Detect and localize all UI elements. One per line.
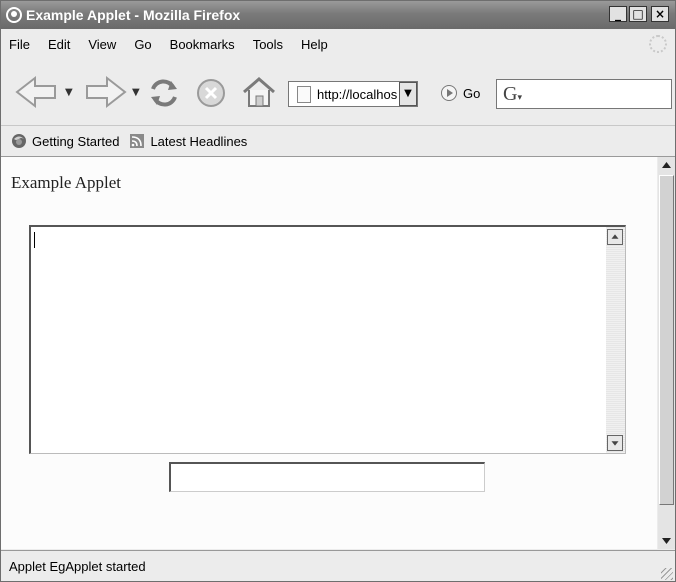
bookmark-latest-headlines[interactable]: Latest Headlines [129,133,247,149]
resize-grip-icon[interactable] [661,568,673,580]
search-bar[interactable]: G▾ [496,79,672,109]
reload-icon[interactable] [147,77,181,109]
text-area-scrollbar[interactable] [606,227,625,453]
firefox-icon [6,7,22,23]
menu-bar: File Edit View Go Bookmarks Tools Help [1,31,675,57]
browser-window: Example Applet - Mozilla Firefox _ □ × F… [0,0,676,582]
menu-go[interactable]: Go [125,37,160,52]
bookmark-getting-started[interactable]: Getting Started [11,133,119,149]
status-text: Applet EgApplet started [9,559,146,574]
status-bar: Applet EgApplet started [1,550,675,581]
back-history-icon[interactable]: ▼ [65,87,73,98]
page-heading: Example Applet [11,173,122,192]
go-arrow-icon [441,85,457,101]
rss-feed-icon [130,134,145,148]
minimize-button[interactable]: _ [609,6,627,22]
menu-help[interactable]: Help [292,37,337,52]
close-button[interactable]: × [651,6,669,22]
page-content: Example Applet [1,157,657,549]
firefox-icon [12,134,26,148]
maximize-button[interactable]: □ [629,6,647,22]
bookmark-label: Latest Headlines [150,133,248,149]
home-icon[interactable] [241,75,277,109]
stop-icon[interactable] [195,77,227,109]
bookmark-label: Getting Started [32,133,120,149]
url-text[interactable]: http://localhost [317,87,397,102]
bookmarks-toolbar: Getting Started Latest Headlines [1,126,675,157]
scroll-up-icon[interactable] [607,229,623,245]
go-label: Go [463,85,481,101]
applet-text-field[interactable] [169,462,485,492]
url-dropdown-button[interactable]: ▼ [399,82,417,106]
go-button[interactable]: Go [441,85,480,101]
window-title: Example Applet - Mozilla Firefox [26,7,241,23]
menu-file[interactable]: File [1,37,39,52]
scroll-down-icon[interactable] [607,435,623,451]
page-icon [297,85,311,103]
title-bar[interactable]: Example Applet - Mozilla Firefox _ □ × [1,1,675,29]
scrollbar-thumb[interactable] [659,175,674,505]
scroll-down-icon[interactable] [658,532,675,549]
forward-arrow-icon[interactable] [83,75,127,109]
throbber-icon [649,35,667,53]
text-caret [34,232,35,248]
google-search-engine-icon[interactable]: G▾ [503,83,522,106]
menu-edit[interactable]: Edit [39,37,79,52]
menu-bookmarks[interactable]: Bookmarks [161,37,244,52]
menu-tools[interactable]: Tools [244,37,292,52]
back-arrow-icon[interactable] [15,75,59,109]
menu-view[interactable]: View [79,37,125,52]
applet-text-area[interactable] [29,225,626,454]
scroll-up-icon[interactable] [658,157,675,174]
forward-history-icon[interactable]: ▼ [132,87,140,98]
page-scrollbar[interactable] [658,157,675,549]
